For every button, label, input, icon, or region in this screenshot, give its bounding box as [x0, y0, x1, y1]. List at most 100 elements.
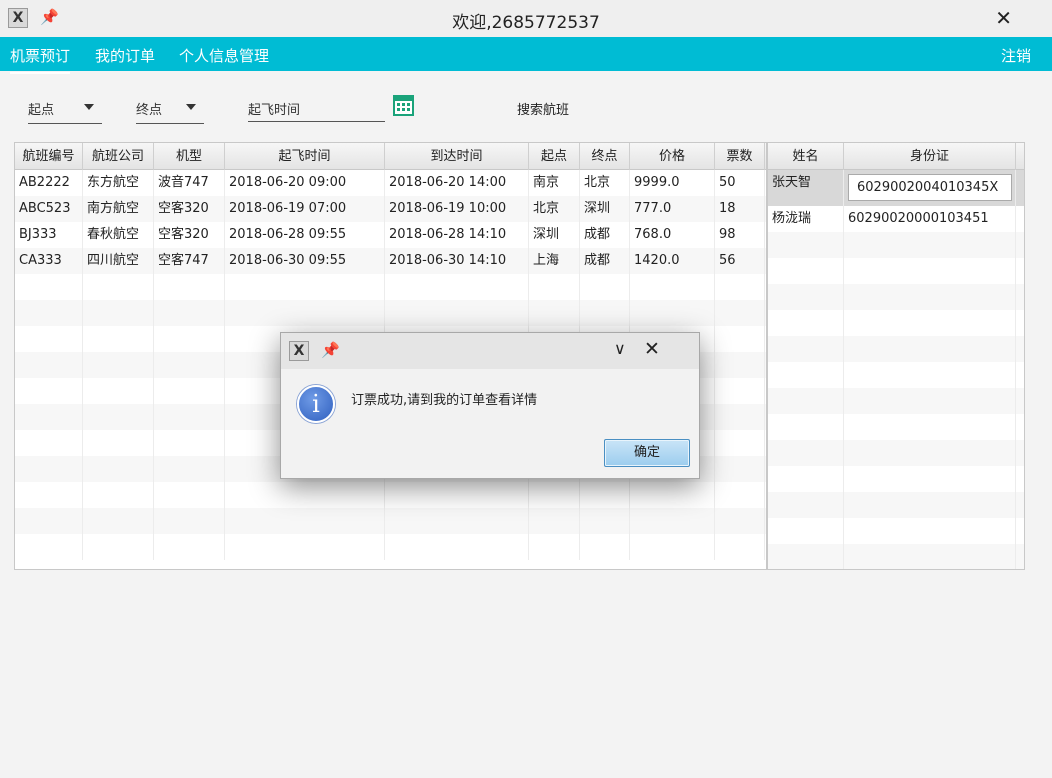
- table-cell: [844, 258, 1016, 284]
- pin-icon[interactable]: 📌: [321, 341, 340, 359]
- table-cell: 2018-06-20 14:00: [385, 170, 529, 196]
- table-cell: [15, 274, 83, 300]
- table-row[interactable]: [15, 482, 766, 508]
- table-cell: [844, 518, 1016, 544]
- table-cell: [580, 300, 630, 326]
- table-cell: [529, 300, 580, 326]
- table-cell: 深圳: [529, 222, 580, 248]
- table-row[interactable]: ABC523 南方航空 空客320 2018-06-19 07:00 2018-06-1…: [15, 196, 766, 222]
- table-row[interactable]: [768, 258, 1024, 284]
- app-icon: X: [289, 341, 309, 361]
- table-cell: [715, 508, 765, 534]
- search-flights-button[interactable]: 搜索航班: [517, 99, 569, 118]
- table-cell: [529, 508, 580, 534]
- table-row[interactable]: [15, 274, 766, 300]
- table-row[interactable]: [768, 388, 1024, 414]
- menu-flight-booking[interactable]: 机票预订: [10, 45, 71, 74]
- col-airline[interactable]: 航班公司: [83, 143, 154, 170]
- table-cell: [844, 492, 1016, 518]
- table-cell: [225, 300, 385, 326]
- table-cell: [225, 482, 385, 508]
- table-row[interactable]: [768, 544, 1024, 569]
- col-flight-no[interactable]: 航班编号: [15, 143, 83, 170]
- table-row[interactable]: [768, 310, 1024, 336]
- id-card-edit-field[interactable]: 6029002004010345X: [848, 174, 1012, 201]
- dialog-close-button[interactable]: ✕: [644, 338, 660, 360]
- table-cell: [83, 430, 154, 456]
- table-cell: [844, 284, 1016, 310]
- table-row[interactable]: [15, 534, 766, 560]
- window-close-button[interactable]: ✕: [995, 6, 1012, 30]
- menu-logout[interactable]: 注销: [1001, 45, 1031, 66]
- table-row[interactable]: [768, 518, 1024, 544]
- table-cell: [768, 466, 844, 492]
- table-cell: [715, 274, 765, 300]
- table-row[interactable]: 杨泷瑞 60290020000103451: [768, 206, 1024, 232]
- col-tickets[interactable]: 票数: [715, 143, 765, 170]
- col-aircraft[interactable]: 机型: [154, 143, 225, 170]
- table-cell: [83, 326, 154, 352]
- col-name[interactable]: 姓名: [768, 143, 844, 170]
- table-cell: [15, 352, 83, 378]
- col-depart-time[interactable]: 起飞时间: [225, 143, 385, 170]
- table-cell: 空客320: [154, 196, 225, 222]
- destination-label: 终点: [136, 103, 163, 118]
- table-cell: 56: [715, 248, 765, 274]
- table-cell: [225, 274, 385, 300]
- chevron-down-icon: [84, 104, 94, 110]
- table-row[interactable]: [768, 284, 1024, 310]
- table-row[interactable]: [15, 508, 766, 534]
- depart-date-field[interactable]: 起飞时间: [248, 97, 385, 122]
- table-row[interactable]: [768, 466, 1024, 492]
- table-row[interactable]: CA333 四川航空 空客747 2018-06-30 09:55 2018-06-30…: [15, 248, 766, 274]
- table-cell: [630, 482, 715, 508]
- col-origin[interactable]: 起点: [529, 143, 580, 170]
- col-arrive-time[interactable]: 到达时间: [385, 143, 529, 170]
- col-price[interactable]: 价格: [630, 143, 715, 170]
- table-cell: [225, 534, 385, 560]
- table-cell: BJ333: [15, 222, 83, 248]
- col-id-card[interactable]: 身份证: [844, 143, 1016, 170]
- destination-combo[interactable]: 终点: [136, 97, 204, 124]
- table-cell: 深圳: [580, 196, 630, 222]
- table-cell: 北京: [529, 196, 580, 222]
- table-cell: [529, 534, 580, 560]
- table-row[interactable]: [768, 492, 1024, 518]
- table-cell: 18: [715, 196, 765, 222]
- table-row[interactable]: [768, 362, 1024, 388]
- table-row[interactable]: BJ333 春秋航空 空客320 2018-06-28 09:55 2018-06-28…: [15, 222, 766, 248]
- success-dialog: X 📌 ∨ ✕ i 订票成功,请到我的订单查看详情 确定: [280, 332, 700, 479]
- table-row[interactable]: [768, 232, 1024, 258]
- table-cell: [15, 326, 83, 352]
- table-cell: [715, 378, 765, 404]
- table-cell: [715, 326, 765, 352]
- menu-my-orders[interactable]: 我的订单: [95, 45, 155, 66]
- table-cell: [715, 404, 765, 430]
- table-cell: 春秋航空: [83, 222, 154, 248]
- table-cell: [154, 430, 225, 456]
- table-cell: [154, 482, 225, 508]
- table-cell: 南京: [529, 170, 580, 196]
- table-cell: 50: [715, 170, 765, 196]
- table-row[interactable]: [768, 336, 1024, 362]
- table-cell: [844, 466, 1016, 492]
- table-row[interactable]: [768, 414, 1024, 440]
- passengers-table[interactable]: 姓名 身份证 张天智 杨泷瑞 60290020000103451: [767, 142, 1025, 570]
- table-cell: [715, 482, 765, 508]
- table-cell: 北京: [580, 170, 630, 196]
- origin-combo[interactable]: 起点: [28, 97, 102, 124]
- table-cell: [15, 456, 83, 482]
- table-cell: [580, 274, 630, 300]
- table-cell: [15, 508, 83, 534]
- table-row[interactable]: AB2222 东方航空 波音747 2018-06-20 09:00 2018-06-2…: [15, 170, 766, 196]
- table-cell: [385, 300, 529, 326]
- table-cell: [844, 414, 1016, 440]
- table-row[interactable]: [768, 440, 1024, 466]
- menu-personal-info[interactable]: 个人信息管理: [179, 45, 269, 66]
- table-cell: 768.0: [630, 222, 715, 248]
- table-row[interactable]: [15, 300, 766, 326]
- dialog-minimize-button[interactable]: ∨: [614, 339, 626, 358]
- calendar-icon[interactable]: [393, 95, 414, 116]
- ok-button[interactable]: 确定: [604, 439, 690, 467]
- col-destination[interactable]: 终点: [580, 143, 630, 170]
